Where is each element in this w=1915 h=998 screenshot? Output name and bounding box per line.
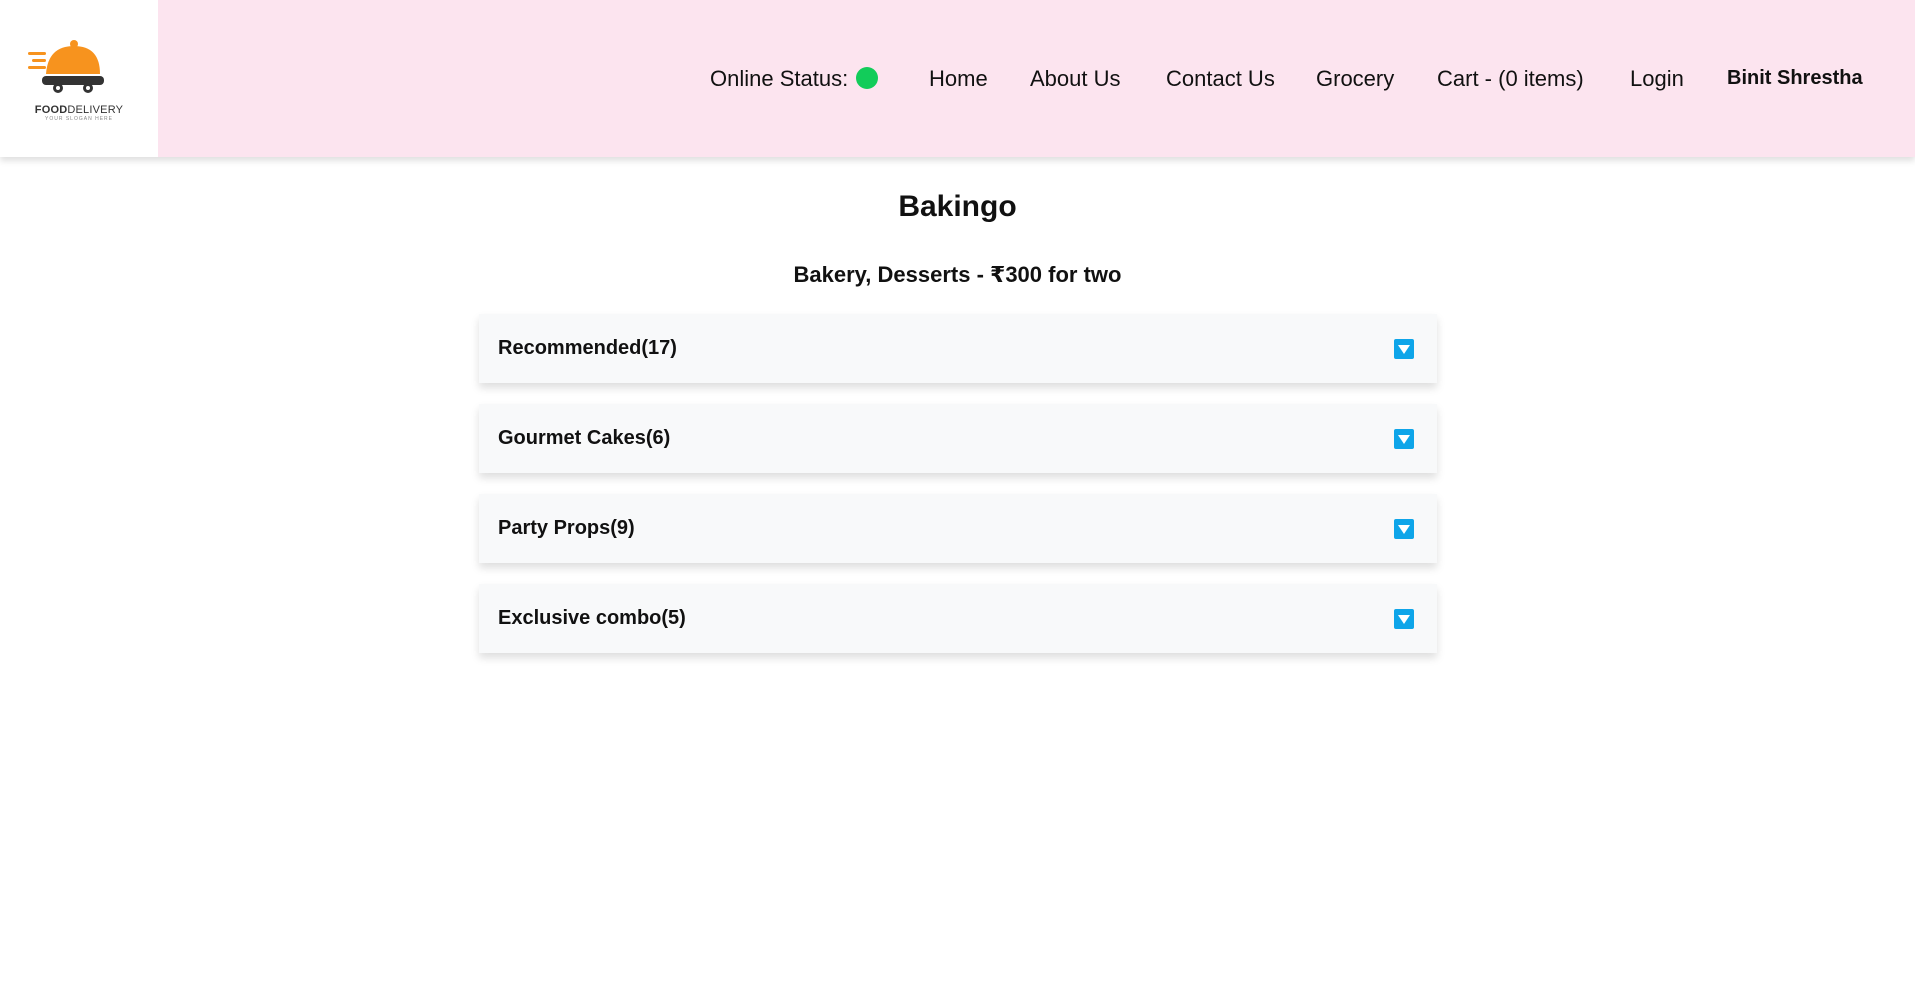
- category-accordion-party-props[interactable]: Party Props(9): [479, 494, 1437, 563]
- chevron-down-icon[interactable]: [1394, 519, 1414, 539]
- chevron-down-icon[interactable]: [1394, 429, 1414, 449]
- category-label: Party Props(9): [498, 517, 635, 539]
- nav-grocery-link[interactable]: Grocery: [1316, 64, 1394, 94]
- nav-home-link[interactable]: Home: [929, 64, 988, 94]
- nav-about-link[interactable]: About Us: [1030, 64, 1121, 94]
- nav-contact-link[interactable]: Contact Us: [1166, 64, 1275, 94]
- category-accordion-gourmet-cakes[interactable]: Gourmet Cakes(6): [479, 404, 1437, 473]
- online-status: Online Status:: [710, 64, 879, 94]
- user-name: Binit Shrestha: [1727, 67, 1863, 89]
- category-label: Recommended(17): [498, 337, 677, 359]
- category-label: Exclusive combo(5): [498, 607, 686, 629]
- chevron-down-icon[interactable]: [1394, 609, 1414, 629]
- category-label: Gourmet Cakes(6): [498, 427, 671, 449]
- main-nav: Online Status: Home About Us Contact Us …: [0, 0, 1915, 157]
- online-status-label: Online Status:: [710, 66, 849, 91]
- restaurant-info: Bakery, Desserts - ₹300 for two: [793, 262, 1122, 287]
- restaurant-name: Bakingo: [898, 190, 1017, 223]
- chevron-down-icon[interactable]: [1394, 339, 1414, 359]
- login-button[interactable]: Login: [1630, 64, 1684, 94]
- online-status-dot-icon: [856, 67, 879, 89]
- category-accordion-exclusive-combo[interactable]: Exclusive combo(5): [479, 584, 1437, 653]
- category-accordion-recommended[interactable]: Recommended(17): [479, 314, 1437, 383]
- nav-cart-link[interactable]: Cart - (0 items): [1437, 64, 1584, 94]
- site-header: FOODDELIVERY YOUR SLOGAN HERE Online Sta…: [0, 0, 1915, 157]
